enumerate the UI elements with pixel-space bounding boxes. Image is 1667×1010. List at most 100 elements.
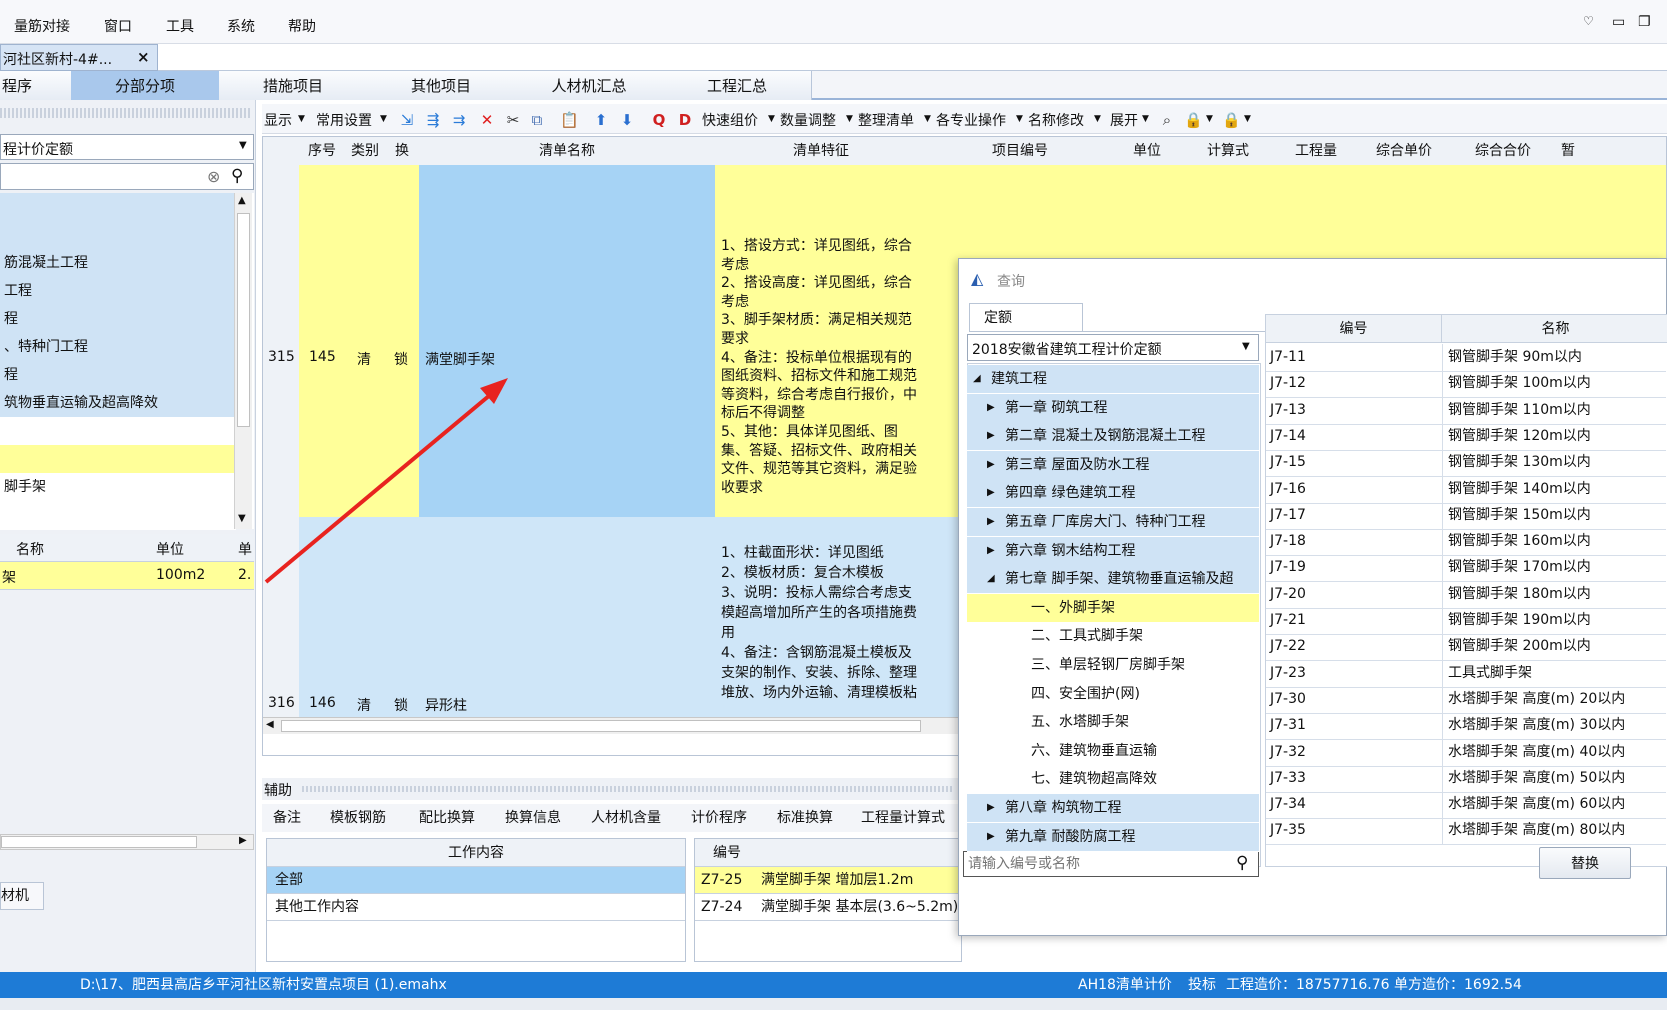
left-tree-item[interactable] [0, 221, 236, 250]
aux-tab-pricing-program[interactable]: 计价程序 [676, 804, 763, 832]
quota-library-dropdown[interactable]: 程计价定额 ▼ [0, 134, 254, 160]
result-row[interactable]: J7-19 钢管脚手架 170m以内 [1266, 554, 1666, 583]
clear-icon[interactable]: ⊗ [207, 167, 220, 186]
quota-search-input[interactable]: ⚲ [963, 851, 1259, 877]
result-row[interactable]: J7-13 钢管脚手架 110m以内 [1266, 396, 1666, 425]
expand-arrow-icon[interactable]: ▶ [987, 422, 995, 450]
tab-quota[interactable]: 定额 [969, 303, 1083, 331]
tree-item[interactable]: ▶ 第三章 屋面及防水工程 [967, 450, 1259, 480]
result-row[interactable]: J7-34 水塔脚手架 高度(m) 60以内 [1266, 791, 1666, 820]
tree-item[interactable]: ▶ 第一章 砌筑工程 [967, 393, 1259, 423]
aux-tab-mix-convert[interactable]: 配比换算 [404, 804, 491, 832]
toolbar-common-settings[interactable]: 常用设置 [316, 110, 372, 130]
result-row[interactable]: J7-21 钢管脚手架 190m以内 [1266, 607, 1666, 635]
quota-library-select[interactable]: 2018安徽省建筑工程计价定额 ▼ [967, 334, 1259, 361]
result-row[interactable]: J7-22 钢管脚手架 200m以内 [1266, 633, 1666, 662]
result-row[interactable]: J7-18 钢管脚手架 160m以内 [1266, 528, 1666, 557]
left-table-row[interactable]: 架 100m2 2. [0, 562, 254, 590]
restore-icon[interactable]: ❐ [1638, 14, 1651, 30]
left-tree-item[interactable]: 筋混凝土工程 [0, 249, 236, 278]
toolbar-expand[interactable]: 展开 [1110, 110, 1138, 130]
toolbar-display[interactable]: 显示 [264, 110, 292, 130]
left-hscrollbar[interactable]: ▶ [0, 834, 254, 850]
expand-arrow-icon[interactable]: ▶ [987, 537, 995, 565]
expand-arrow-icon[interactable]: ▶ [987, 508, 995, 536]
tab-other-items[interactable]: 其他项目 [367, 71, 516, 100]
left-tree-item[interactable] [0, 501, 236, 530]
aux-tab-remark[interactable]: 备注 [262, 804, 313, 832]
left-tree-item[interactable]: 程 [0, 305, 236, 334]
quota-d-icon[interactable]: D [676, 111, 694, 129]
result-row[interactable]: J7-16 钢管脚手架 140m以内 [1266, 475, 1666, 504]
result-row[interactable]: J7-12 钢管脚手架 100m以内 [1266, 370, 1666, 399]
expand-arrow-icon[interactable]: ▶ [987, 451, 995, 479]
grid-header-name[interactable]: 清单名称 [419, 137, 716, 165]
tree-item[interactable]: 三、单层轻钢厂房脚手架 [967, 651, 1259, 680]
tree-item[interactable]: ▶ 第五章 厂库房大门、特种门工程 [967, 508, 1259, 537]
quota-row-selected[interactable]: Z7-25 满堂脚手架 增加层1.2m [695, 867, 961, 894]
swap-cell[interactable]: 锁 [385, 517, 420, 718]
expand-arrow-icon[interactable]: ▶ [987, 394, 995, 422]
lock-icon[interactable]: 🔒 [1184, 111, 1203, 129]
name-cell-selected[interactable]: 满堂脚手架 [419, 165, 716, 518]
left-search-input[interactable]: ⊗ ⚲ [0, 163, 254, 190]
seq-cell[interactable]: 145 [299, 165, 346, 518]
tree-item[interactable]: ▶ 第四章 绿色建筑工程 [967, 479, 1259, 509]
expand-arrow-icon[interactable]: ▶ [987, 794, 995, 822]
grid-header-unit[interactable]: 单位 [1113, 137, 1182, 165]
left-tree-item-selected[interactable] [0, 445, 236, 474]
grid-header-unit-price[interactable]: 综合单价 [1357, 137, 1452, 165]
aux-tab-standard-convert[interactable]: 标准换算 [762, 804, 849, 832]
tree-item[interactable]: ▶ 第六章 钢木结构工程 [967, 536, 1259, 566]
collapse-arrow-icon[interactable]: ◢ [987, 565, 995, 593]
type-cell[interactable]: 清 [345, 165, 386, 518]
quota-search-field[interactable] [966, 853, 1226, 875]
minimize-icon[interactable]: ▭ [1612, 14, 1625, 30]
scroll-left-icon[interactable]: ◀ [266, 719, 274, 730]
grid-header-formula[interactable]: 计算式 [1181, 137, 1276, 165]
menu-tools[interactable]: 工具 [166, 16, 194, 36]
toolbar-specialty-ops[interactable]: 各专业操作 [936, 110, 1006, 130]
result-row[interactable]: J7-14 钢管脚手架 120m以内 [1266, 422, 1666, 451]
menu-help[interactable]: 帮助 [288, 16, 316, 36]
tree-item[interactable]: ▶ 第八章 构筑物工程 [967, 794, 1259, 823]
result-row[interactable]: J7-31 水塔脚手架 高度(m) 30以内 [1266, 712, 1666, 741]
left-tree-item[interactable]: 工程 [0, 277, 236, 306]
toolbar-organize-list[interactable]: 整理清单 [858, 110, 914, 130]
name-cell[interactable]: 异形柱 [419, 517, 716, 718]
collapse-arrow-icon[interactable]: ◢ [973, 365, 981, 393]
result-row[interactable]: J7-32 水塔脚手架 高度(m) 40以内 [1266, 738, 1666, 767]
add-child-icon[interactable]: ⇶ [424, 111, 442, 129]
quantity-q-icon[interactable]: Q [650, 111, 668, 129]
result-row[interactable]: J7-33 水塔脚手架 高度(m) 50以内 [1266, 764, 1666, 793]
grid-header-provisional[interactable]: 暂 [1555, 137, 1666, 165]
result-row[interactable]: J7-17 钢管脚手架 150m以内 [1266, 501, 1666, 530]
grid-header-seq[interactable]: 序号 [299, 137, 346, 165]
menu-window[interactable]: 窗口 [104, 16, 132, 36]
work-row-other[interactable]: 其他工作内容 [267, 894, 685, 921]
hscroll-thumb[interactable] [1, 836, 197, 848]
move-up-icon[interactable]: ⬆ [592, 111, 610, 129]
delete-icon[interactable]: ✕ [478, 111, 496, 129]
tree-item[interactable]: ◢ 第七章 脚手架、建筑物垂直运输及超 [967, 565, 1259, 595]
result-header-code[interactable]: 编号 [1266, 315, 1442, 343]
tree-item[interactable]: 二、工具式脚手架 [967, 622, 1259, 652]
tab-program[interactable]: 程序 [0, 71, 74, 100]
tree-item-selected[interactable]: 一、外脚手架 [967, 593, 1259, 623]
aux-tab-content[interactable]: 人材机含量 [576, 804, 677, 832]
toolbar-quick-pricing[interactable]: 快速组价 [702, 110, 758, 130]
result-row[interactable]: J7-23 工具式脚手架 [1266, 659, 1666, 688]
aux-tab-convert-info[interactable]: 换算信息 [490, 804, 577, 832]
tab-measures[interactable]: 措施项目 [219, 71, 368, 100]
cut-icon[interactable]: ✂ [504, 111, 522, 129]
tab-labor-material[interactable]: 人材机汇总 [515, 71, 664, 100]
row-index-cell[interactable]: 315 [263, 165, 300, 518]
result-row[interactable]: J7-11 钢管脚手架 90m以内 [1266, 344, 1666, 372]
result-row[interactable]: J7-35 水塔脚手架 高度(m) 80以内 [1266, 817, 1666, 846]
lock-all-icon[interactable]: 🔒 [1222, 111, 1241, 129]
aux-tab-form-rebar[interactable]: 模板钢筋 [312, 804, 405, 832]
search-icon[interactable]: ⚲ [1236, 853, 1248, 873]
tree-item[interactable]: 五、水塔脚手架 [967, 708, 1259, 738]
grid-header-swap[interactable]: 换 [385, 137, 420, 165]
scroll-thumb[interactable] [237, 213, 250, 427]
